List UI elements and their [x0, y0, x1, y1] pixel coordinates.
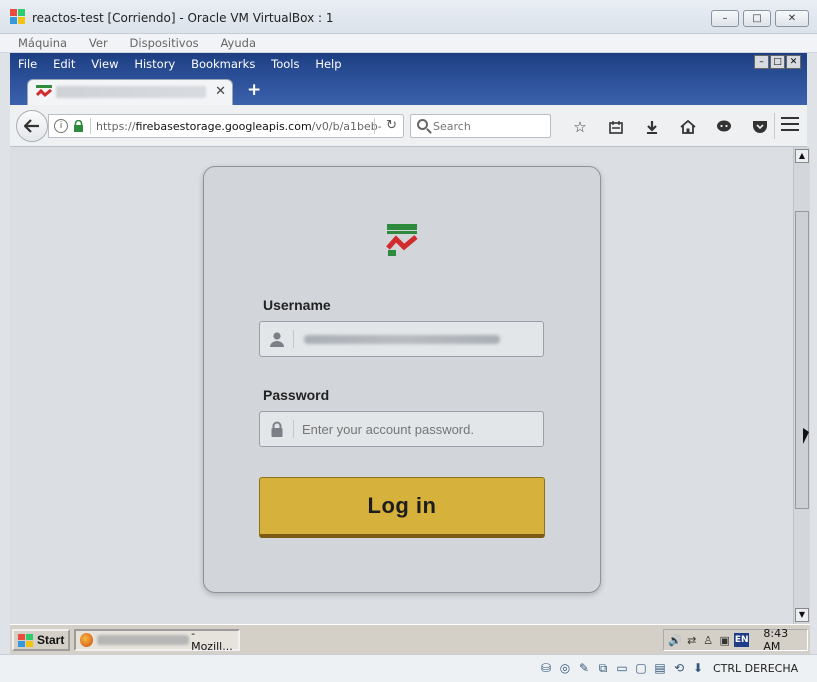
url-separator: [90, 118, 91, 134]
guest-minimize-button[interactable]: –: [754, 55, 769, 69]
optical-drive-icon[interactable]: ◎: [557, 660, 573, 676]
login-card: Username Password Log in: [203, 166, 601, 593]
menu-ver[interactable]: Ver: [89, 36, 108, 50]
clock: 8:43 AM: [763, 627, 789, 653]
url-scheme: https://: [96, 120, 136, 133]
username-field[interactable]: [259, 321, 544, 357]
toolbar-separator: [774, 113, 775, 139]
search-input[interactable]: [433, 118, 543, 134]
guest-close-button[interactable]: ✕: [786, 55, 801, 69]
host-key-label: CTRL DERECHA: [713, 662, 799, 675]
password-label: Password: [263, 387, 330, 403]
navigation-toolbar: i https://firebasestorage.googleapis.com…: [10, 105, 807, 147]
menu-file[interactable]: File: [18, 57, 37, 71]
menu-help[interactable]: Help: [315, 57, 341, 71]
password-input[interactable]: [302, 419, 534, 439]
username-label: Username: [263, 297, 331, 313]
search-bar[interactable]: [410, 114, 551, 138]
task-title-suffix: - Mozill...: [191, 627, 233, 653]
tab-strip: ✕ +: [10, 75, 807, 105]
firefox-menubar: File Edit View History Bookmarks Tools H…: [10, 53, 807, 75]
password-field-separator: [293, 420, 294, 438]
guest-taskbar: Start - Mozill... 🔊 ⇄ ♙ ▣ EN 8:43 AM: [10, 624, 810, 654]
usb-icon[interactable]: ▭: [614, 660, 630, 676]
menu-view[interactable]: View: [91, 57, 118, 71]
language-indicator[interactable]: EN: [733, 633, 750, 647]
user-switch-icon[interactable]: ♙: [701, 633, 715, 647]
login-button[interactable]: Log in: [259, 477, 545, 538]
new-tab-button[interactable]: +: [247, 80, 261, 100]
menu-history[interactable]: History: [134, 57, 175, 71]
scroll-up-arrow-icon[interactable]: ▲: [795, 149, 809, 163]
reload-separator: [374, 118, 375, 134]
reload-icon[interactable]: ↻: [386, 118, 397, 133]
maximize-button[interactable]: □: [743, 10, 771, 27]
back-arrow-icon: [24, 119, 39, 133]
lock-icon[interactable]: [73, 120, 84, 132]
start-flag-icon: [18, 633, 33, 647]
menu-maquina[interactable]: Máquina: [18, 36, 67, 50]
back-button[interactable]: [16, 110, 48, 142]
scrollbar-thumb[interactable]: [795, 211, 809, 509]
start-label: Start: [37, 633, 65, 647]
tab-title-blurred: [56, 86, 206, 98]
home-icon[interactable]: [670, 117, 706, 137]
vertical-scrollbar[interactable]: ▲ ▼: [793, 147, 810, 624]
padlock-icon: [271, 421, 283, 437]
menu-edit[interactable]: Edit: [53, 57, 75, 71]
firefox-icon: [80, 633, 94, 647]
pocket-icon[interactable]: [742, 117, 778, 137]
user-icon: [270, 332, 284, 347]
close-button[interactable]: ✕: [775, 10, 809, 27]
menu-hamburger-icon[interactable]: [781, 117, 799, 133]
reading-list-icon[interactable]: [598, 117, 634, 137]
url-bar[interactable]: i https://firebasestorage.googleapis.com…: [48, 114, 404, 138]
menu-tools[interactable]: Tools: [271, 57, 299, 71]
host-key-arrow-icon[interactable]: ⬇: [690, 660, 706, 676]
download-icon[interactable]: [634, 117, 670, 137]
url-host: firebasestorage.googleapis.com: [135, 120, 312, 133]
guest-maximize-button[interactable]: □: [770, 55, 785, 69]
settings-icon[interactable]: ⟲: [671, 660, 687, 676]
info-icon[interactable]: i: [54, 119, 68, 133]
url-path: /v0/b/a1beb-: [311, 120, 382, 133]
audio-icon[interactable]: ✎: [576, 660, 592, 676]
active-tab[interactable]: ✕: [27, 79, 233, 105]
system-tray: 🔊 ⇄ ♙ ▣ EN 8:43 AM: [663, 627, 808, 653]
reactos-app-icon: [10, 9, 25, 24]
menu-dispositivos[interactable]: Dispositivos: [130, 36, 199, 50]
page-content: Username Password Log in: [10, 147, 793, 624]
taskbar-firefox-item[interactable]: - Mozill...: [74, 627, 240, 653]
minimize-button[interactable]: –: [711, 10, 739, 27]
username-field-separator: [293, 330, 294, 348]
capture-icon[interactable]: ▤: [652, 660, 668, 676]
vbox-menubar: Máquina Ver Dispositivos Ayuda: [0, 34, 817, 53]
password-field[interactable]: [259, 411, 544, 447]
hard-disk-icon[interactable]: ⛁: [538, 660, 554, 676]
chat-icon[interactable]: [706, 117, 742, 137]
vbox-statusbar: ⛁ ◎ ✎ ⧉ ▭ ▢ ▤ ⟲ ⬇ CTRL DERECHA: [0, 654, 817, 682]
username-value-blurred: [304, 335, 500, 344]
volume-icon[interactable]: 🔊: [668, 633, 682, 647]
vbox-titlebar: reactos-test [Corriendo] - Oracle VM Vir…: [0, 0, 817, 34]
mouse-cursor-icon: [803, 428, 809, 444]
window-title: reactos-test [Corriendo] - Oracle VM Vir…: [32, 11, 334, 25]
site-logo: [386, 224, 418, 256]
display-icon[interactable]: ▣: [717, 633, 731, 647]
start-button[interactable]: Start: [12, 629, 70, 651]
network-adapter-icon[interactable]: ⧉: [595, 660, 611, 676]
url-text[interactable]: https://firebasestorage.googleapis.com/v…: [96, 120, 382, 133]
search-icon: [417, 119, 428, 130]
scroll-down-arrow-icon[interactable]: ▼: [795, 608, 809, 622]
site-favicon-icon: [36, 85, 52, 98]
menu-bookmarks[interactable]: Bookmarks: [191, 57, 255, 71]
menu-ayuda[interactable]: Ayuda: [220, 36, 256, 50]
tab-close-icon[interactable]: ✕: [215, 84, 226, 99]
star-icon[interactable]: ☆: [562, 117, 598, 137]
task-title-blurred: [97, 635, 190, 645]
shared-folder-icon[interactable]: ▢: [633, 660, 649, 676]
network-icon[interactable]: ⇄: [684, 633, 698, 647]
